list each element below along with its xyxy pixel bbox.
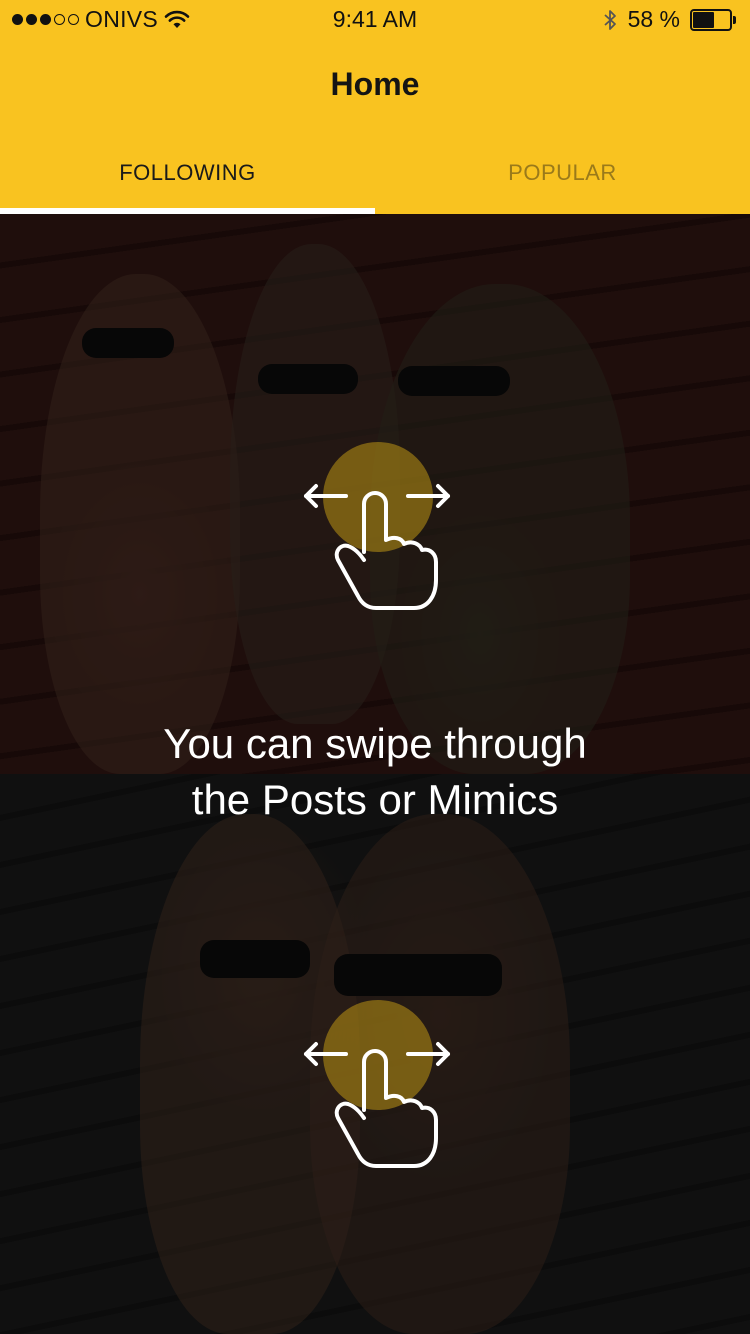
tab-following[interactable]: FOLLOWING [0,148,375,214]
app-header: ONIVS 9:41 AM 58 % Home FOLLOWING POPULA… [0,0,750,214]
tab-bar: FOLLOWING POPULAR [0,148,750,214]
swipe-hint-text: You can swipe through the Posts or Mimic… [0,716,750,828]
bluetooth-icon [603,9,616,30]
page-title: Home [330,66,420,102]
battery-percentage: 58 % [627,6,680,32]
post-card[interactable] [0,774,750,1334]
tab-popular[interactable]: POPULAR [375,148,750,214]
swipe-hint-line-1: You can swipe through [163,720,587,767]
status-right: 58 % [602,6,736,33]
battery-icon [690,8,736,31]
status-bar: ONIVS 9:41 AM 58 % [0,0,750,40]
post-card[interactable] [0,214,750,774]
swipe-gesture-icon [304,1042,450,1168]
swipe-hint-line-2: the Posts or Mimics [191,776,559,823]
swipe-gesture-icon [304,484,450,610]
